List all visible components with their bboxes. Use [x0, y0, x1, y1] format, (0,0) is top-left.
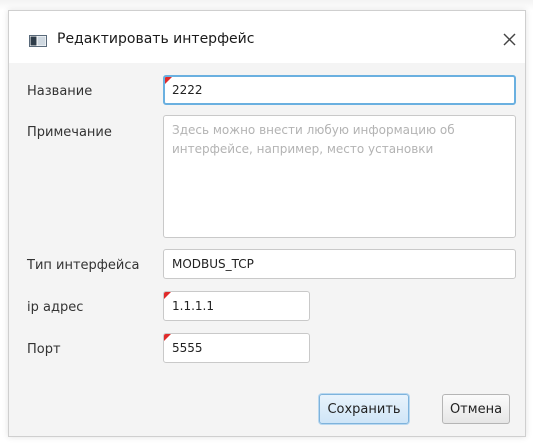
close-icon	[503, 33, 515, 45]
ip-value: 1.1.1.1	[172, 299, 214, 313]
required-marker	[165, 77, 172, 84]
name-value: 2222	[172, 83, 203, 97]
ip-label: ip адрес	[27, 300, 84, 315]
background-strip	[0, 0, 533, 10]
dialog-titlebar: Редактировать интерфейс	[9, 11, 525, 63]
window-icon	[29, 35, 47, 47]
save-button[interactable]: Сохранить	[319, 394, 409, 424]
required-marker	[164, 334, 171, 341]
name-input[interactable]: 2222	[163, 75, 516, 105]
cancel-button[interactable]: Отмена	[442, 394, 510, 424]
port-label: Порт	[27, 342, 61, 357]
note-textarea[interactable]: Здесь можно внести любую информацию об и…	[163, 115, 516, 238]
edit-interface-dialog: Редактировать интерфейс Название 2222 Пр…	[8, 10, 526, 437]
interface-type-value: MODBUS_TCP	[172, 257, 254, 271]
close-button[interactable]	[497, 27, 521, 51]
note-label: Примечание	[27, 125, 112, 140]
required-marker	[164, 292, 171, 299]
name-label: Название	[27, 84, 93, 99]
port-value: 5555	[172, 341, 203, 355]
interface-type-field[interactable]: MODBUS_TCP	[163, 249, 516, 279]
dialog-title: Редактировать интерфейс	[57, 31, 255, 47]
port-input[interactable]: 5555	[163, 333, 310, 363]
interface-type-label: Тип интерфейса	[27, 258, 140, 273]
note-placeholder: Здесь можно внести любую информацию об и…	[172, 123, 455, 156]
ip-input[interactable]: 1.1.1.1	[163, 291, 310, 321]
